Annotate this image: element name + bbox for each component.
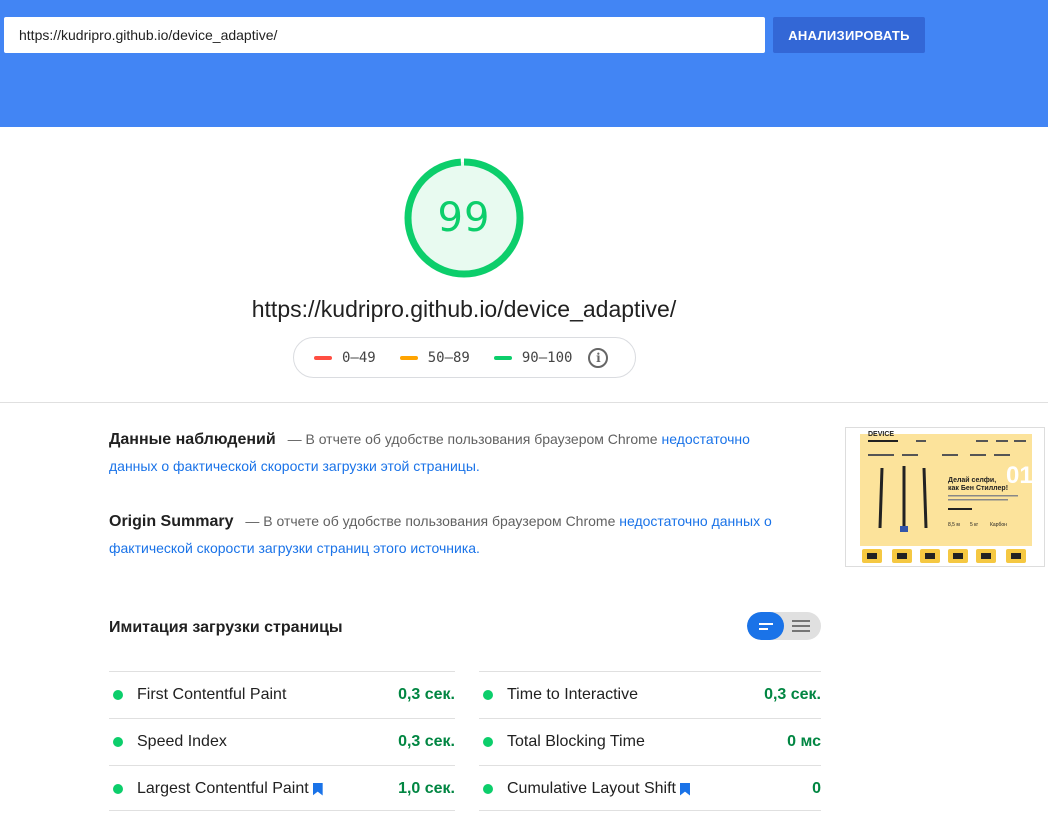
metric-divider xyxy=(479,810,821,811)
metric-first-contentful-paint: First Contentful Paint 0,3 сек. xyxy=(109,671,455,718)
info-icon[interactable]: i xyxy=(588,347,609,368)
thumb-headline-2: как Бен Стиллер! xyxy=(948,485,1008,492)
score-legend: 0–49 50–89 90–100 i xyxy=(293,337,636,378)
pass-dot-icon xyxy=(483,784,493,794)
legend-fail-label: 0–49 xyxy=(342,349,376,366)
legend-fail-bar xyxy=(314,355,332,360)
metric-value: 0 xyxy=(812,780,821,797)
legend-item-fail: 0–49 xyxy=(314,350,376,366)
metrics-view-toggle[interactable] xyxy=(747,612,821,640)
pass-dot-icon xyxy=(113,737,123,747)
field-data-dash: — xyxy=(287,431,302,447)
field-data-title: Данные наблюдений xyxy=(109,431,276,448)
section-divider xyxy=(0,402,1048,403)
metric-speed-index: Speed Index 0,3 сек. xyxy=(109,718,455,765)
metric-value: 0 мс xyxy=(787,733,821,750)
legend-item-average: 50–89 xyxy=(399,349,470,366)
lab-section-title: Имитация загрузки страницы xyxy=(109,619,343,636)
page-url: https://kudripro.github.io/device_adapti… xyxy=(251,296,677,322)
metric-total-blocking-time: Total Blocking Time 0 мс xyxy=(479,718,821,765)
bookmark-icon xyxy=(312,782,323,796)
toggle-expanded-view[interactable] xyxy=(784,612,821,640)
metric-value: 1,0 сек. xyxy=(398,780,455,797)
thumbnail-image: DEVICE 01 Делай селфи, как Бен Стиллер! … xyxy=(846,428,1044,566)
legend-average-bar xyxy=(399,355,418,360)
legend-item-pass: 90–100 xyxy=(493,349,573,366)
thumb-brand: DEVICE xyxy=(868,431,894,438)
legend-pass-label: 90–100 xyxy=(521,349,573,366)
thumb-stat-1: 8,5 м xyxy=(948,522,960,528)
legend-average-label: 50–89 xyxy=(427,349,470,366)
toggle-compact-view[interactable] xyxy=(747,612,784,640)
thumb-slide-number: 01 xyxy=(1006,462,1033,489)
origin-summary-dash: — xyxy=(245,513,260,529)
url-input[interactable] xyxy=(4,17,765,53)
metric-name: Largest Contentful Paint xyxy=(137,780,309,797)
origin-summary-title: Origin Summary xyxy=(109,513,234,530)
top-bar: АНАЛИЗИРОВАТЬ xyxy=(0,0,1048,127)
thumb-stat-2: 5 кг xyxy=(970,522,978,528)
metric-value: 0,3 сек. xyxy=(764,686,821,703)
metric-time-to-interactive: Time to Interactive 0,3 сек. xyxy=(479,671,821,718)
pass-dot-icon xyxy=(113,784,123,794)
metric-name: Speed Index xyxy=(137,733,227,750)
page-screenshot-thumbnail: DEVICE 01 Делай селфи, как Бен Стиллер! … xyxy=(845,427,1045,567)
metric-value: 0,3 сек. xyxy=(398,686,455,703)
field-data-text: В отчете об удобстве пользования браузер… xyxy=(305,431,658,447)
origin-summary-text: В отчете об удобстве пользования браузер… xyxy=(263,513,616,529)
bookmark-icon xyxy=(679,782,690,796)
field-data-section: Данные наблюдений — В отчете об удобстве… xyxy=(109,426,779,479)
thumb-stat-3: Карбон xyxy=(990,522,1007,528)
metric-largest-contentful-paint: Largest Contentful Paint 1,0 сек. xyxy=(109,765,455,812)
metric-name: First Contentful Paint xyxy=(137,686,287,703)
origin-summary-section: Origin Summary — В отчете об удобстве по… xyxy=(109,508,779,561)
metric-cumulative-layout-shift: Cumulative Layout Shift 0 xyxy=(479,765,821,812)
metric-value: 0,3 сек. xyxy=(398,733,455,750)
metric-name-wrapper: Largest Contentful Paint xyxy=(137,780,398,798)
metric-divider xyxy=(109,810,455,811)
pass-dot-icon xyxy=(483,690,493,700)
pass-dot-icon xyxy=(113,690,123,700)
metric-name-wrapper: Cumulative Layout Shift xyxy=(507,780,812,798)
metric-name: Total Blocking Time xyxy=(507,733,645,750)
performance-score: 99 xyxy=(437,195,491,241)
analyze-button[interactable]: АНАЛИЗИРОВАТЬ xyxy=(773,17,925,53)
metric-name: Cumulative Layout Shift xyxy=(507,780,676,797)
legend-pass-bar xyxy=(493,355,512,360)
pass-dot-icon xyxy=(483,737,493,747)
metric-name: Time to Interactive xyxy=(507,686,639,703)
thumb-headline-1: Делай селфи, xyxy=(948,476,996,484)
